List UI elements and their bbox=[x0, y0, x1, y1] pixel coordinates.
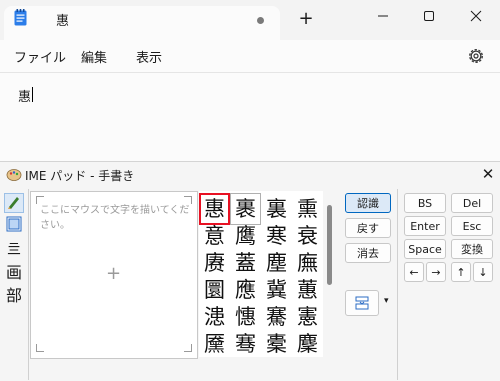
candidate-char[interactable]: 骞 bbox=[230, 328, 261, 360]
arrow-left-key[interactable]: ← bbox=[404, 262, 424, 282]
radical-icon[interactable]: 部 bbox=[4, 286, 24, 306]
space-key[interactable]: Space bbox=[404, 239, 446, 259]
menu-file[interactable]: ファイル bbox=[14, 47, 66, 66]
text-editor[interactable] bbox=[0, 73, 500, 161]
text-caret bbox=[32, 87, 33, 102]
editor-content: 惠 bbox=[18, 90, 32, 105]
ime-pad-title: IME パッド - 手書き bbox=[25, 169, 135, 183]
enter-key[interactable]: Enter bbox=[404, 216, 446, 236]
menu-view[interactable]: 表示 bbox=[136, 47, 162, 66]
candidate-char[interactable]: 麇 bbox=[292, 328, 323, 360]
new-tab-plus-icon[interactable]: + bbox=[293, 6, 319, 32]
bs-key[interactable]: BS bbox=[404, 193, 446, 213]
notepad-icon bbox=[14, 9, 27, 26]
corner-mark bbox=[36, 344, 44, 352]
scrollbar-thumb[interactable] bbox=[327, 205, 332, 285]
center-crosshair-icon: + bbox=[106, 263, 122, 284]
del-key[interactable]: Del bbox=[451, 193, 493, 213]
pen-icon bbox=[8, 197, 19, 209]
tab-document[interactable] bbox=[4, 6, 280, 40]
stroke-kanji-icon[interactable]: 画 bbox=[4, 263, 24, 283]
options-icon bbox=[355, 296, 369, 310]
dropdown-arrow-icon[interactable]: ▾ bbox=[384, 296, 389, 306]
candidate-char[interactable]: 橐 bbox=[261, 328, 292, 360]
gear-icon[interactable] bbox=[466, 46, 486, 66]
arrow-right-key[interactable]: → bbox=[426, 262, 446, 282]
menu-edit[interactable]: 編集 bbox=[81, 47, 107, 66]
corner-mark bbox=[184, 344, 192, 352]
divider bbox=[397, 189, 398, 380]
close-window-button[interactable] bbox=[453, 0, 499, 32]
candidate-grid: 惠裹裏熏意鹰寒衰赓蓋塵廡圜應冀蕙漶憓騫憲黡骞橐麇 bbox=[199, 191, 323, 357]
ime-close-icon[interactable]: ✕ bbox=[478, 164, 498, 184]
grid-icon bbox=[6, 216, 22, 232]
arrow-up-key[interactable]: ↑ bbox=[451, 262, 471, 282]
arrow-down-key[interactable]: ↓ bbox=[473, 262, 493, 282]
undo-button[interactable]: 戻す bbox=[345, 218, 391, 238]
ime-pad-icon bbox=[6, 169, 22, 181]
corner-mark bbox=[184, 196, 192, 204]
divider bbox=[28, 189, 29, 380]
canvas-hint: ここにマウスで文字を描いてください。 bbox=[40, 205, 190, 231]
handwriting-pen-icon[interactable] bbox=[4, 193, 24, 213]
minimize-button[interactable] bbox=[360, 0, 406, 32]
close-icon bbox=[470, 10, 482, 22]
corner-mark bbox=[36, 196, 44, 204]
stroke-count-icon[interactable]: 亖 bbox=[4, 240, 24, 260]
clear-button[interactable]: 消去 bbox=[345, 243, 391, 263]
character-list-icon[interactable] bbox=[4, 216, 24, 236]
maximize-icon bbox=[424, 11, 434, 21]
candidate-char[interactable]: 黡 bbox=[199, 328, 230, 360]
maximize-button[interactable] bbox=[406, 0, 452, 32]
tab-title: 惠 bbox=[56, 14, 70, 29]
minimize-icon bbox=[378, 15, 388, 17]
recognize-button[interactable]: 認識 bbox=[345, 193, 391, 213]
convert-key[interactable]: 変換 bbox=[451, 239, 493, 259]
unsaved-dot-icon[interactable] bbox=[257, 17, 264, 24]
esc-key[interactable]: Esc bbox=[451, 216, 493, 236]
menu-bar bbox=[0, 40, 500, 73]
options-button[interactable] bbox=[345, 290, 379, 316]
